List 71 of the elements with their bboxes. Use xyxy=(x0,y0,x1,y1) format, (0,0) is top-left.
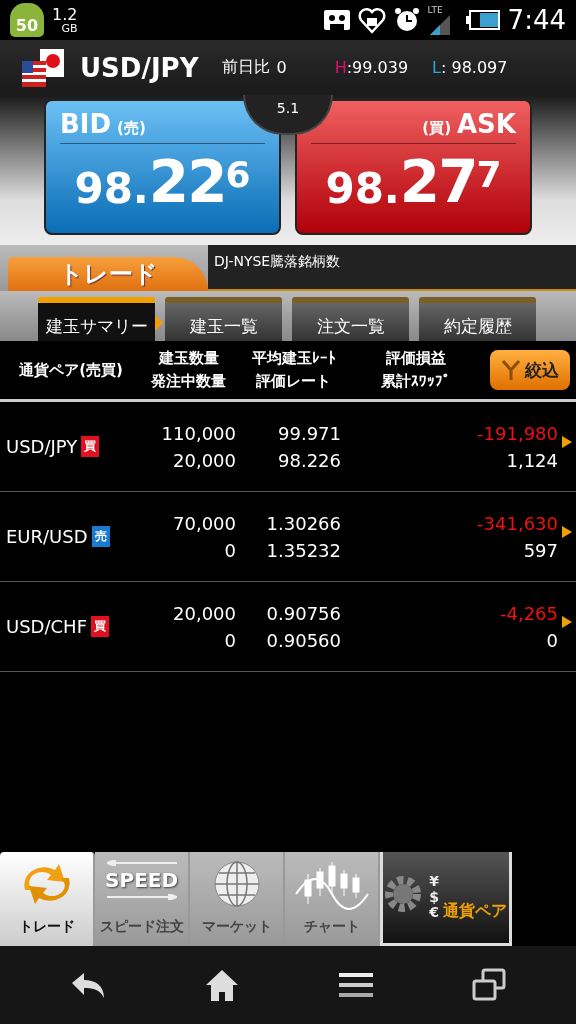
column-header: 平均建玉ﾚｰﾄ xyxy=(251,349,336,368)
menu-icon[interactable] xyxy=(338,971,373,999)
tab[interactable]: 注文一覧 xyxy=(292,297,409,341)
side-tag: 買 xyxy=(91,616,109,637)
currency-pair: USD/JPY xyxy=(80,52,199,83)
currency-pair: USD/JPY xyxy=(6,436,78,457)
nav-tab[interactable]: マーケット xyxy=(190,852,286,946)
home-icon[interactable] xyxy=(205,968,240,1002)
table-cell: -4,265 xyxy=(499,602,558,624)
column-header: 通貨ペア(売買) xyxy=(19,360,123,380)
filter-icon xyxy=(501,359,521,381)
table-cell: -341,630 xyxy=(477,512,558,534)
table-cell: 0.90560 xyxy=(266,629,341,651)
memory-unit: GB xyxy=(61,22,78,34)
alarm-clock-icon xyxy=(393,7,420,33)
news-ticker: DJ-NYSE騰落銘柄数 xyxy=(214,253,341,269)
currency-symbol: $ xyxy=(429,889,439,906)
table-cell: 110,000 xyxy=(161,422,236,444)
table-cell: 70,000 xyxy=(173,512,236,534)
network-type: LTE xyxy=(427,5,443,15)
high-value: :99.039 xyxy=(346,58,409,77)
table-cell: 1.35232 xyxy=(266,539,341,561)
voicemail-icon xyxy=(323,10,350,30)
table-cell: 98.226 xyxy=(278,449,341,471)
table-cell: 0 xyxy=(546,629,558,651)
column-header: 累計ｽﾜｯﾌﾟ xyxy=(381,372,451,391)
currency-symbol: ¥ xyxy=(429,874,439,890)
side-tag: 売 xyxy=(91,526,110,547)
tab[interactable]: 建玉サマリー xyxy=(38,297,155,341)
low-value: : 98.097 xyxy=(441,58,508,77)
side-tag: 買 xyxy=(81,436,100,457)
nav-tab[interactable]: トレード xyxy=(0,852,96,946)
column-header: 発注中数量 xyxy=(151,372,226,391)
high-label: H xyxy=(334,58,347,77)
tab[interactable]: 約定履歴 xyxy=(419,297,536,341)
table-cell: 1,124 xyxy=(506,449,558,471)
low-label: L xyxy=(432,58,441,77)
clock-time: 7:44 xyxy=(507,5,566,35)
globe-icon xyxy=(212,860,261,908)
change-value: 0 xyxy=(276,58,287,77)
tab[interactable]: 建玉一覧 xyxy=(165,297,282,341)
table-cell: 0.90756 xyxy=(266,602,341,624)
battery-icon xyxy=(465,10,500,30)
column-header: 建玉数量 xyxy=(158,349,219,368)
filter-button[interactable]: 絞込 xyxy=(490,350,570,390)
table-cell: 1.30266 xyxy=(266,512,341,534)
table-cell: 20,000 xyxy=(173,449,236,471)
row-arrow-icon[interactable] xyxy=(562,615,572,628)
notification-badge: 50 xyxy=(10,3,44,37)
candlestick-chart-icon xyxy=(293,860,370,910)
table-cell: 597 xyxy=(523,539,558,561)
nav-tab[interactable]: SPEED スピード注文 xyxy=(95,852,191,946)
table-cell: -191,980 xyxy=(477,422,558,444)
currency-pair: USD/CHF xyxy=(6,616,87,637)
flag-icon xyxy=(20,46,66,89)
table-cell: 20,000 xyxy=(173,602,236,624)
currency-symbol: € xyxy=(429,905,439,921)
table-cell: 0 xyxy=(224,539,236,561)
heart-mail-icon xyxy=(357,6,386,34)
row-arrow-icon[interactable] xyxy=(562,435,572,448)
pointer-arrow-icon xyxy=(155,315,163,331)
recent-apps-icon[interactable] xyxy=(472,968,507,1002)
table-cell: 99.971 xyxy=(278,422,341,444)
row-arrow-icon[interactable] xyxy=(562,525,572,538)
column-header: 評価損益 xyxy=(386,349,446,368)
column-header: 評価レート xyxy=(256,372,331,391)
change-label: 前日比 xyxy=(222,57,271,78)
nav-tab[interactable]: チャート xyxy=(285,852,381,946)
currency-pair: EUR/USD xyxy=(6,526,88,547)
memory-value: 1.2 xyxy=(52,6,78,23)
table-cell: 0 xyxy=(224,629,236,651)
